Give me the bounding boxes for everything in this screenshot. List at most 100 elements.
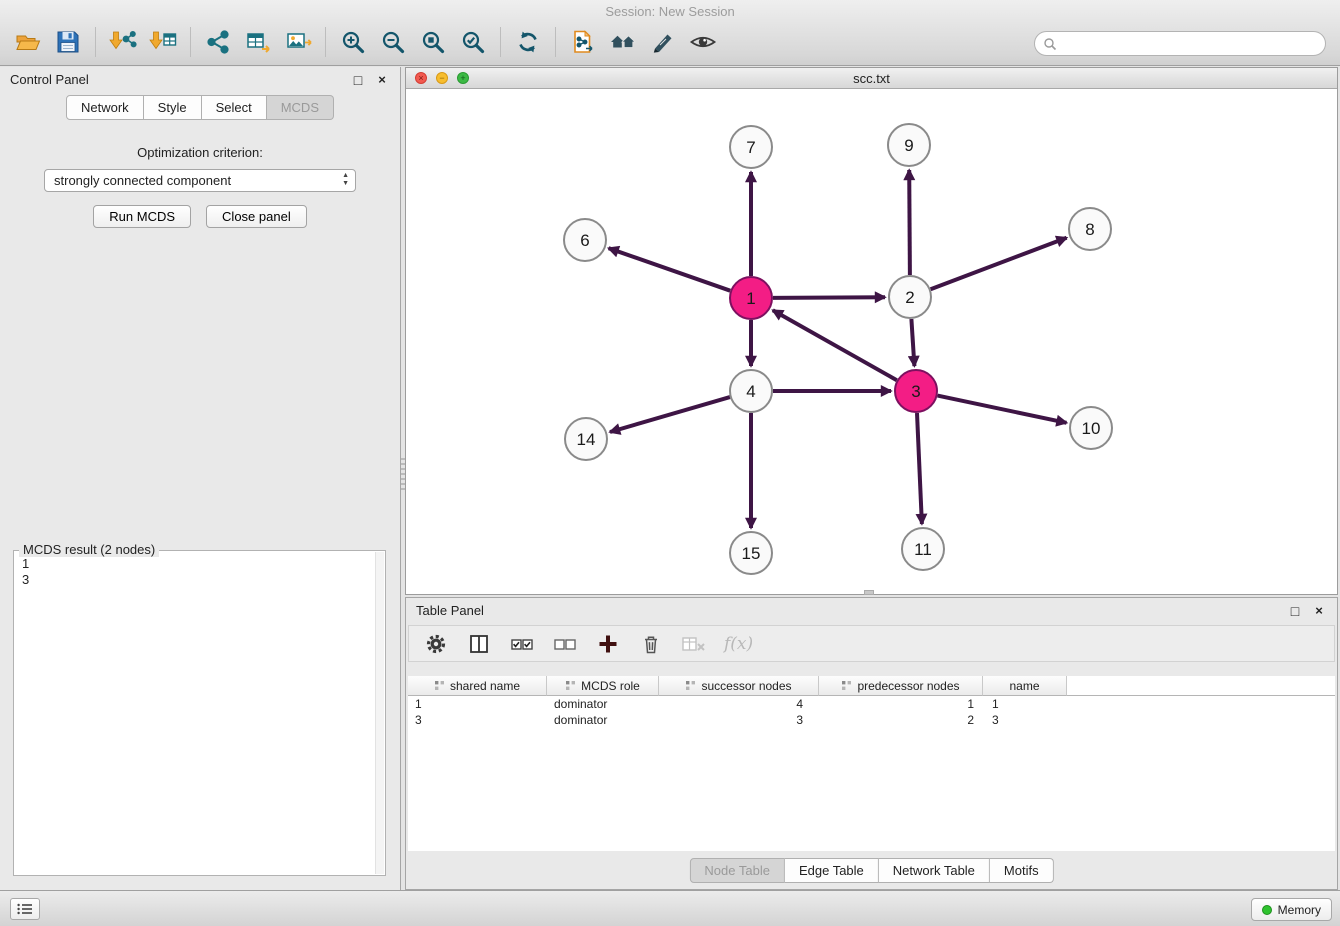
search-box[interactable] bbox=[1034, 31, 1326, 56]
cell-name[interactable]: 3 bbox=[983, 713, 1067, 727]
table-row[interactable]: 3 dominator 3 2 3 bbox=[408, 712, 1335, 728]
cell-mcds-role[interactable]: dominator bbox=[547, 713, 659, 727]
float-panel-icon[interactable]: □ bbox=[350, 72, 366, 88]
float-table-panel-icon[interactable]: □ bbox=[1287, 603, 1303, 619]
cell-shared-name[interactable]: 3 bbox=[408, 713, 547, 727]
tab-node-table[interactable]: Node Table bbox=[689, 858, 785, 883]
graph-edge-3-10[interactable] bbox=[938, 396, 1067, 423]
memory-button[interactable]: Memory bbox=[1251, 898, 1332, 921]
add-row-button[interactable] bbox=[595, 631, 621, 657]
tab-edge-table[interactable]: Edge Table bbox=[785, 858, 879, 883]
graph-node-9[interactable]: 9 bbox=[888, 124, 930, 166]
cell-predecessor-nodes[interactable]: 2 bbox=[819, 713, 983, 727]
table-settings-button[interactable] bbox=[423, 631, 449, 657]
close-panel-button[interactable]: Close panel bbox=[206, 205, 307, 228]
show-columns-button[interactable] bbox=[466, 631, 492, 657]
select-all-button[interactable] bbox=[509, 631, 535, 657]
mcds-result-title: MCDS result (2 nodes) bbox=[19, 542, 159, 557]
tab-network-table[interactable]: Network Table bbox=[879, 858, 990, 883]
delete-row-button[interactable] bbox=[638, 631, 664, 657]
graph-node-6[interactable]: 6 bbox=[564, 219, 606, 261]
graph-node-11[interactable]: 11 bbox=[902, 528, 944, 570]
graph-edge-4-14[interactable] bbox=[610, 397, 730, 432]
zoom-out-button[interactable] bbox=[373, 23, 413, 61]
toolbar-separator bbox=[555, 27, 556, 57]
network-canvas[interactable]: 7 9 6 8 1 2 4 3 14 10 15 11 bbox=[406, 90, 1337, 594]
table-arrow-icon bbox=[245, 29, 271, 55]
column-header-predecessor-nodes[interactable]: predecessor nodes bbox=[819, 676, 983, 696]
deselect-all-button[interactable] bbox=[552, 631, 578, 657]
cell-mcds-role[interactable]: dominator bbox=[547, 697, 659, 711]
select-all-icon bbox=[510, 633, 534, 655]
graph-edge-2-9[interactable] bbox=[909, 170, 910, 275]
first-neighbors-button[interactable] bbox=[603, 23, 643, 61]
save-session-button[interactable] bbox=[48, 23, 88, 61]
task-history-button[interactable] bbox=[10, 898, 40, 920]
tab-network[interactable]: Network bbox=[66, 95, 144, 120]
zoom-selected-button[interactable] bbox=[453, 23, 493, 61]
column-header-name[interactable]: name bbox=[983, 676, 1067, 696]
tab-mcds[interactable]: MCDS bbox=[267, 95, 334, 120]
graph-node-4[interactable]: 4 bbox=[730, 370, 772, 412]
cell-shared-name[interactable]: 1 bbox=[408, 697, 547, 711]
graph-node-label: 1 bbox=[746, 289, 755, 308]
graph-edge-2-8[interactable] bbox=[931, 238, 1067, 289]
apply-style-button[interactable] bbox=[643, 23, 683, 61]
cell-successor-nodes[interactable]: 4 bbox=[659, 697, 819, 711]
result-scrollbar[interactable] bbox=[375, 552, 384, 874]
mcds-result-item[interactable]: 1 bbox=[22, 556, 377, 572]
close-window-icon[interactable]: × bbox=[415, 72, 427, 84]
cell-successor-nodes[interactable]: 3 bbox=[659, 713, 819, 727]
show-graphics-details-button[interactable] bbox=[683, 23, 723, 61]
graph-edge-3-1[interactable] bbox=[773, 310, 897, 380]
graph-node-3[interactable]: 3 bbox=[895, 370, 937, 412]
graph-node-2[interactable]: 2 bbox=[889, 276, 931, 318]
horizontal-splitter-handle[interactable] bbox=[864, 590, 874, 595]
graph-node-10[interactable]: 10 bbox=[1070, 407, 1112, 449]
tab-select[interactable]: Select bbox=[202, 95, 267, 120]
zoom-fit-icon bbox=[420, 29, 446, 55]
apply-layout-button[interactable] bbox=[508, 23, 548, 61]
close-table-panel-icon[interactable]: × bbox=[1311, 603, 1327, 619]
cell-name[interactable]: 1 bbox=[983, 697, 1067, 711]
clone-network-button[interactable] bbox=[563, 23, 603, 61]
criterion-dropdown[interactable]: strongly connected component ▲▼ bbox=[44, 169, 356, 192]
zoom-fit-button[interactable] bbox=[413, 23, 453, 61]
graph-node-15[interactable]: 15 bbox=[730, 532, 772, 574]
tab-motifs[interactable]: Motifs bbox=[990, 858, 1054, 883]
column-header-successor-nodes[interactable]: successor nodes bbox=[659, 676, 819, 696]
graph-edge-2-3[interactable] bbox=[911, 319, 914, 366]
network-graph[interactable]: 7 9 6 8 1 2 4 3 14 10 15 11 bbox=[406, 90, 1337, 595]
close-panel-icon[interactable]: × bbox=[374, 72, 390, 88]
column-header-shared-name[interactable]: shared name bbox=[408, 676, 547, 696]
mcds-result-box: MCDS result (2 nodes) 1 3 bbox=[13, 550, 386, 876]
run-mcds-button[interactable]: Run MCDS bbox=[93, 205, 191, 228]
table-row[interactable]: 1 dominator 4 1 1 bbox=[408, 696, 1335, 712]
graph-node-8[interactable]: 8 bbox=[1069, 208, 1111, 250]
mcds-result-item[interactable]: 3 bbox=[22, 572, 377, 588]
graph-edge-3-11[interactable] bbox=[917, 413, 922, 524]
zoom-in-button[interactable] bbox=[333, 23, 373, 61]
graph-edge-1-2[interactable] bbox=[773, 297, 885, 298]
import-network-file-button[interactable] bbox=[103, 23, 143, 61]
search-input[interactable] bbox=[1062, 36, 1317, 51]
export-image-button[interactable] bbox=[278, 23, 318, 61]
open-file-button[interactable] bbox=[8, 23, 48, 61]
graph-edge-1-6[interactable] bbox=[609, 248, 731, 291]
new-network-button[interactable] bbox=[198, 23, 238, 61]
graph-node-14[interactable]: 14 bbox=[565, 418, 607, 460]
cell-predecessor-nodes[interactable]: 1 bbox=[819, 697, 983, 711]
minimize-window-icon[interactable]: − bbox=[436, 72, 448, 84]
graph-node-1[interactable]: 1 bbox=[730, 277, 772, 319]
import-table-url-button[interactable] bbox=[238, 23, 278, 61]
graph-node-label: 9 bbox=[904, 136, 913, 155]
function-builder-button[interactable]: f(x) bbox=[724, 631, 753, 657]
tab-style[interactable]: Style bbox=[144, 95, 202, 120]
graph-node-7[interactable]: 7 bbox=[730, 126, 772, 168]
import-table-file-button[interactable] bbox=[143, 23, 183, 61]
zoom-window-icon[interactable]: + bbox=[457, 72, 469, 84]
column-header-mcds-role[interactable]: MCDS role bbox=[547, 676, 659, 696]
vertical-splitter-handle[interactable] bbox=[401, 458, 405, 490]
network-window-titlebar[interactable]: × − + scc.txt bbox=[406, 68, 1337, 89]
delete-table-button[interactable] bbox=[681, 631, 707, 657]
